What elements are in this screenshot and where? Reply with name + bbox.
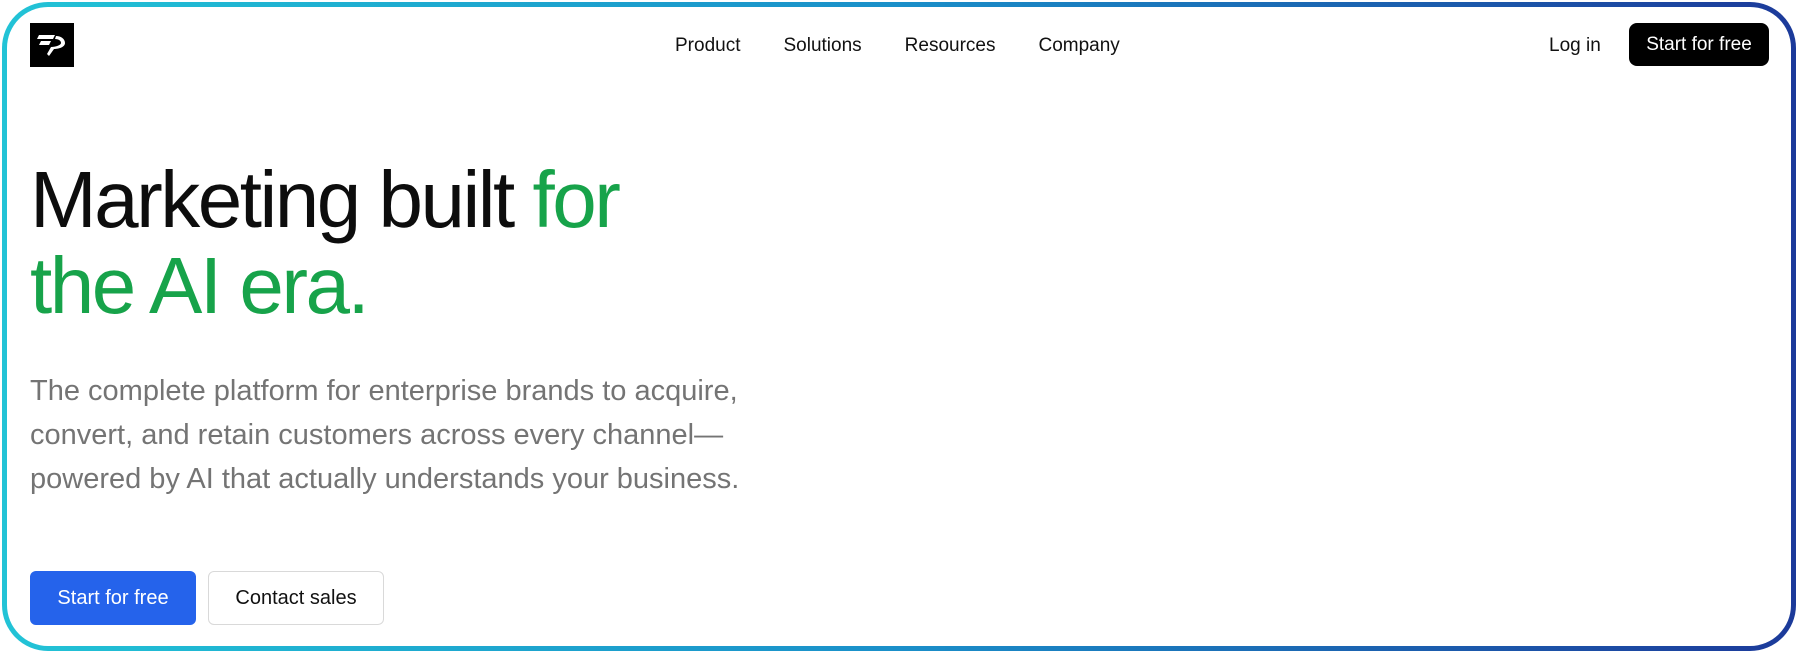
page-frame: Product Solutions Resources Company Log … — [2, 2, 1796, 651]
main-nav: Product Solutions Resources Company — [675, 31, 1120, 61]
subtitle-line-1: The complete platform for enterprise bra… — [30, 375, 738, 407]
headline-accent-text: for — [532, 155, 620, 244]
start-free-button[interactable]: Start for free — [30, 571, 196, 625]
page-content: Product Solutions Resources Company Log … — [7, 7, 1791, 646]
hero-subtitle: The complete platform for enterprise bra… — [30, 369, 830, 501]
headline-line-2: the AI era. — [30, 241, 370, 330]
contact-sales-button[interactable]: Contact sales — [208, 571, 384, 625]
login-link[interactable]: Log in — [1549, 31, 1601, 61]
headline-line-1: Marketing built for — [30, 155, 621, 244]
subtitle-line-2: convert, and retain customers across eve… — [30, 419, 724, 451]
header-start-free-button[interactable]: Start for free — [1629, 23, 1769, 66]
hero-headline: Marketing built for the AI era. — [30, 155, 621, 330]
nav-item-solutions[interactable]: Solutions — [783, 35, 861, 57]
brand-logo-mark — [37, 35, 65, 56]
nav-item-company[interactable]: Company — [1038, 35, 1119, 57]
brand-logo-icon[interactable] — [30, 23, 74, 67]
nav-item-product[interactable]: Product — [675, 35, 740, 57]
headline-text: Marketing built — [30, 155, 515, 244]
nav-item-resources[interactable]: Resources — [905, 35, 996, 57]
subtitle-line-3: powered by AI that actually understands … — [30, 463, 740, 495]
